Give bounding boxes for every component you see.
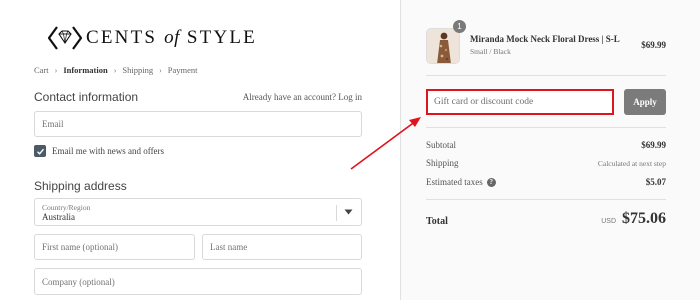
country-select[interactable]: Country/Region Australia bbox=[34, 198, 362, 226]
estimated-taxes-row: Estimated taxes ? bbox=[426, 177, 496, 187]
breadcrumb: Cart › Information › Shipping › Payment bbox=[34, 65, 198, 75]
email-field[interactable]: Email bbox=[34, 111, 362, 137]
estimated-taxes-value: $5.07 bbox=[645, 177, 666, 187]
breadcrumb-information: Information bbox=[63, 65, 108, 75]
brand-logo[interactable]: CENTS of STYLE bbox=[48, 23, 257, 53]
country-select-label: Country/Region bbox=[42, 203, 91, 212]
contact-information-title: Contact information bbox=[34, 90, 139, 104]
logo-word-of: of bbox=[164, 27, 180, 48]
check-icon bbox=[36, 148, 44, 155]
newsletter-option[interactable]: Email me with news and offers bbox=[34, 145, 164, 157]
product-price: $69.99 bbox=[641, 40, 666, 50]
discount-code-placeholder: Gift card or discount code bbox=[434, 97, 534, 107]
breadcrumb-shipping: Shipping bbox=[122, 65, 154, 75]
newsletter-label: Email me with news and offers bbox=[52, 146, 165, 156]
estimated-taxes-label: Estimated taxes bbox=[426, 177, 483, 187]
shipping-address-title: Shipping address bbox=[34, 179, 127, 193]
shipping-value: Calculated at next step bbox=[597, 159, 666, 168]
chevron-down-icon bbox=[344, 209, 353, 215]
shipping-label: Shipping bbox=[426, 158, 459, 168]
divider bbox=[426, 199, 666, 200]
last-name-placeholder: Last name bbox=[210, 242, 248, 252]
subtotal-value: $69.99 bbox=[641, 140, 666, 150]
checkout-form-panel: CENTS of STYLE Cart › Information › Ship… bbox=[0, 0, 400, 300]
help-icon[interactable]: ? bbox=[486, 177, 496, 187]
total-label: Total bbox=[426, 216, 448, 227]
product-thumbnail bbox=[426, 28, 460, 64]
first-name-field[interactable]: First name (optional) bbox=[34, 234, 195, 260]
breadcrumb-payment: Payment bbox=[167, 65, 198, 75]
company-placeholder: Company (optional) bbox=[42, 276, 115, 287]
newsletter-checkbox[interactable] bbox=[34, 145, 46, 157]
apply-discount-button[interactable]: Apply bbox=[624, 89, 666, 115]
chevron-right-icon: › bbox=[113, 65, 117, 75]
country-select-value: Australia bbox=[42, 212, 75, 222]
quantity-badge: 1 bbox=[453, 20, 466, 33]
breadcrumb-cart[interactable]: Cart bbox=[34, 65, 49, 75]
chevron-right-icon: › bbox=[54, 65, 58, 75]
company-field[interactable]: Company (optional) bbox=[34, 268, 362, 295]
select-divider bbox=[336, 205, 337, 221]
product-name: Miranda Mock Neck Floral Dress | S-L bbox=[470, 34, 620, 44]
first-name-placeholder: First name (optional) bbox=[42, 242, 118, 252]
logo-word-cents: CENTS bbox=[86, 27, 158, 48]
diamond-logo-icon bbox=[48, 26, 82, 50]
logo-word-style: STYLE bbox=[186, 27, 257, 48]
subtotal-label: Subtotal bbox=[426, 140, 457, 150]
email-placeholder: Email bbox=[42, 119, 64, 129]
divider bbox=[426, 75, 666, 76]
logo-wordmark: CENTS of STYLE bbox=[86, 27, 257, 49]
product-variant: Small / Black bbox=[470, 47, 511, 56]
discount-code-input[interactable]: Gift card or discount code bbox=[426, 89, 614, 115]
total-amount-group: USD $75.06 bbox=[601, 210, 666, 228]
total-amount: $75.06 bbox=[622, 210, 666, 227]
divider bbox=[426, 127, 666, 128]
total-currency: USD bbox=[601, 218, 616, 225]
last-name-field[interactable]: Last name bbox=[202, 234, 362, 260]
login-link[interactable]: Already have an account? Log in bbox=[243, 92, 362, 102]
chevron-right-icon: › bbox=[159, 65, 162, 75]
dress-image-icon bbox=[427, 29, 459, 63]
